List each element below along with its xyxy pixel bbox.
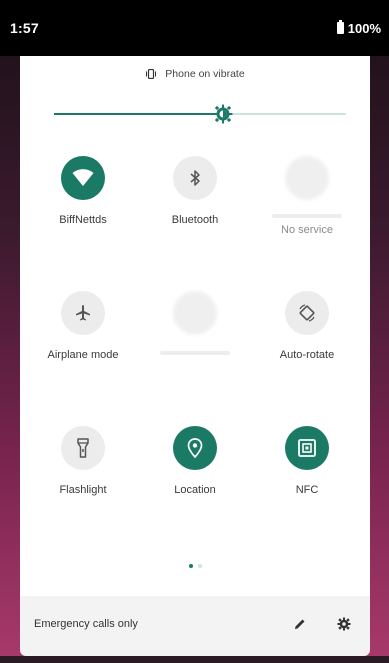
- battery-percent: 100%: [347, 20, 381, 36]
- gear-icon: [337, 617, 351, 630]
- tile-flashlight[interactable]: Flashlight: [28, 426, 138, 496]
- vibrate-label: Phone on vibrate: [165, 68, 245, 80]
- brightness-thumb-icon[interactable]: [213, 104, 233, 124]
- bottom-edge: [0, 656, 389, 663]
- tile-flashlight-label: Flashlight: [59, 484, 107, 496]
- edit-button[interactable]: [288, 612, 312, 636]
- tile-mobile-data-label: No service: [281, 224, 333, 236]
- brightness-track-filled: [54, 113, 223, 115]
- footer-status-text: Emergency calls only: [34, 617, 138, 630]
- tile-auto-rotate-label: Auto-rotate: [279, 349, 335, 361]
- wifi-icon: [61, 156, 105, 200]
- tile-bluetooth-label: Bluetooth: [171, 214, 219, 226]
- tile-wifi-label: BiffNettds: [59, 214, 107, 226]
- tile-do-not-disturb[interactable]: [140, 291, 250, 355]
- status-time: 1:57: [10, 20, 39, 36]
- do-not-disturb-icon: [173, 291, 217, 335]
- auto-rotate-icon: [285, 291, 329, 335]
- tile-bluetooth[interactable]: Bluetooth: [140, 156, 250, 226]
- tile-airplane[interactable]: Airplane mode: [28, 291, 138, 361]
- tile-nfc[interactable]: NFC: [252, 426, 362, 496]
- battery-icon: [336, 20, 344, 34]
- flashlight-icon: [61, 426, 105, 470]
- page-indicator: [20, 564, 370, 568]
- vibrate-icon: [146, 69, 157, 79]
- tile-mobile-data[interactable]: No service: [252, 156, 362, 236]
- location-icon: [173, 426, 217, 470]
- tile-location[interactable]: Location: [140, 426, 250, 496]
- tile-location-label: Location: [174, 484, 216, 496]
- tile-auto-rotate[interactable]: Auto-rotate: [252, 291, 362, 361]
- tile-do-not-disturb-blur: [160, 351, 230, 355]
- brightness-slider[interactable]: [54, 104, 346, 124]
- quick-settings-panel: Phone on vibrate BiffNettds Bluetooth No…: [20, 56, 370, 656]
- vibrate-status: Phone on vibrate: [20, 68, 370, 80]
- bluetooth-icon: [173, 156, 217, 200]
- settings-button[interactable]: [332, 612, 356, 636]
- tile-wifi[interactable]: BiffNettds: [28, 156, 138, 226]
- mobile-data-icon: [285, 156, 329, 200]
- status-bar: 1:57 100%: [0, 0, 389, 56]
- quick-settings-tiles-area: Phone on vibrate BiffNettds Bluetooth No…: [20, 56, 370, 596]
- footer: Emergency calls only: [20, 601, 370, 646]
- tile-nfc-label: NFC: [295, 484, 319, 496]
- nfc-icon: [285, 426, 329, 470]
- page-dot[interactable]: [197, 564, 202, 568]
- airplane-icon: [61, 291, 105, 335]
- status-right: 100%: [336, 20, 381, 36]
- tile-mobile-data-blur: [272, 214, 342, 218]
- pencil-icon: [295, 619, 305, 629]
- tile-airplane-label: Airplane mode: [47, 349, 119, 361]
- page-dot-active[interactable]: [188, 564, 193, 568]
- brightness-track-empty: [223, 113, 346, 115]
